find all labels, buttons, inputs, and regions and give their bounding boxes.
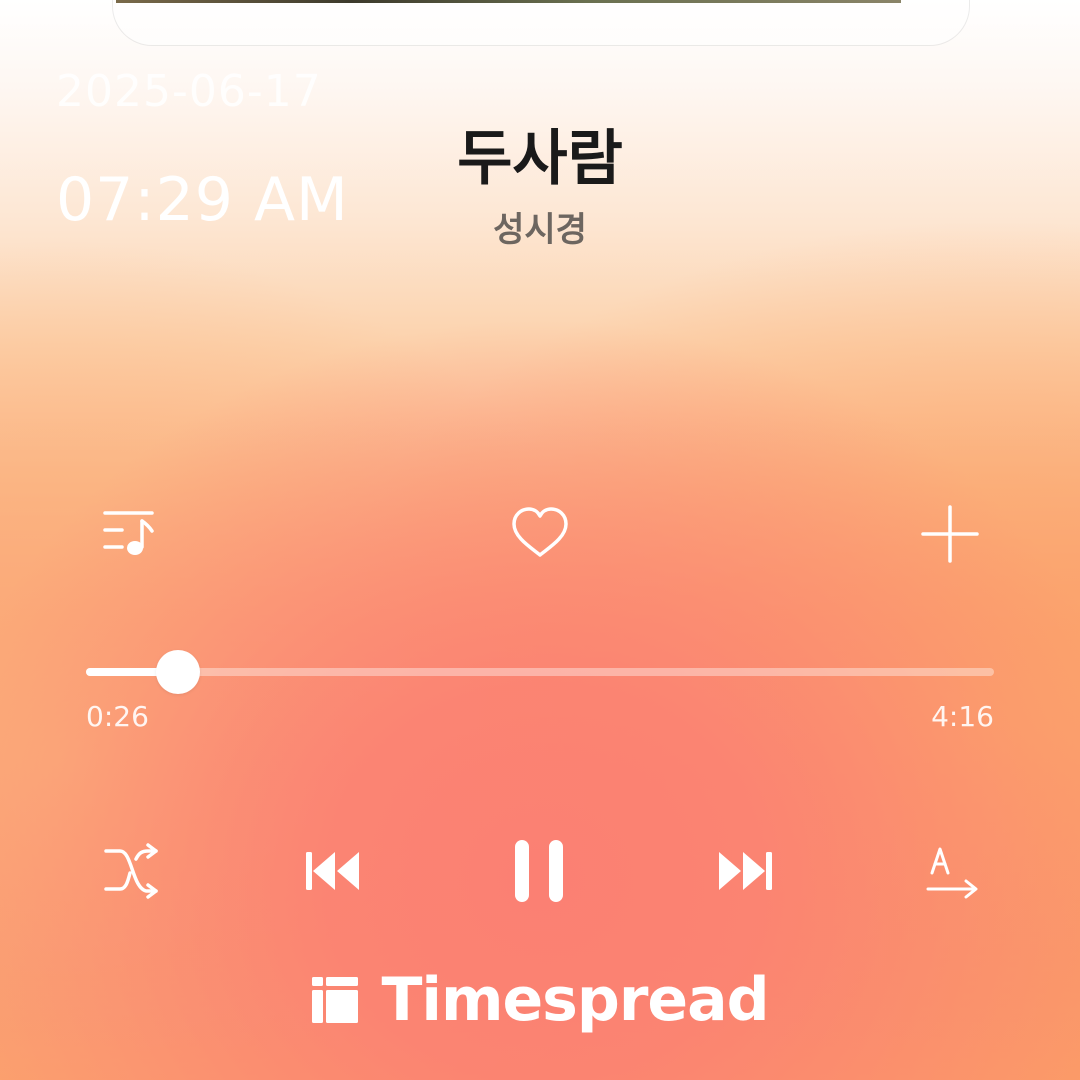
progress-bar[interactable] [86, 650, 994, 694]
previous-track-icon [306, 852, 359, 890]
heart-icon [512, 507, 568, 557]
pause-icon [515, 840, 563, 902]
add-to-playlist-button[interactable] [920, 504, 980, 564]
previous-button[interactable] [305, 851, 361, 891]
timespread-logo-icon [312, 977, 359, 1023]
like-button[interactable] [508, 505, 572, 561]
watermark-brand: Timespread [381, 965, 769, 1035]
playlist-button[interactable] [100, 505, 160, 561]
song-title: 두사람 [457, 124, 623, 194]
playlist-icon [103, 511, 154, 555]
album-art [116, 0, 901, 3]
translate-icon [926, 847, 978, 899]
pause-button[interactable] [513, 838, 567, 904]
timespread-watermark: Timespread [0, 965, 1080, 1035]
progress-thumb[interactable] [156, 650, 200, 694]
next-button[interactable] [717, 851, 773, 891]
shuffle-button[interactable] [102, 843, 160, 901]
lyrics-translate-button[interactable] [924, 845, 982, 899]
total-duration: 4:16 [931, 700, 994, 733]
plus-icon [921, 505, 979, 563]
album-art-card [112, 0, 970, 46]
elapsed-time: 0:26 [86, 700, 149, 733]
shuffle-icon [104, 843, 158, 899]
next-track-icon [719, 852, 772, 890]
artist-name[interactable]: 성시경 [0, 202, 1080, 251]
